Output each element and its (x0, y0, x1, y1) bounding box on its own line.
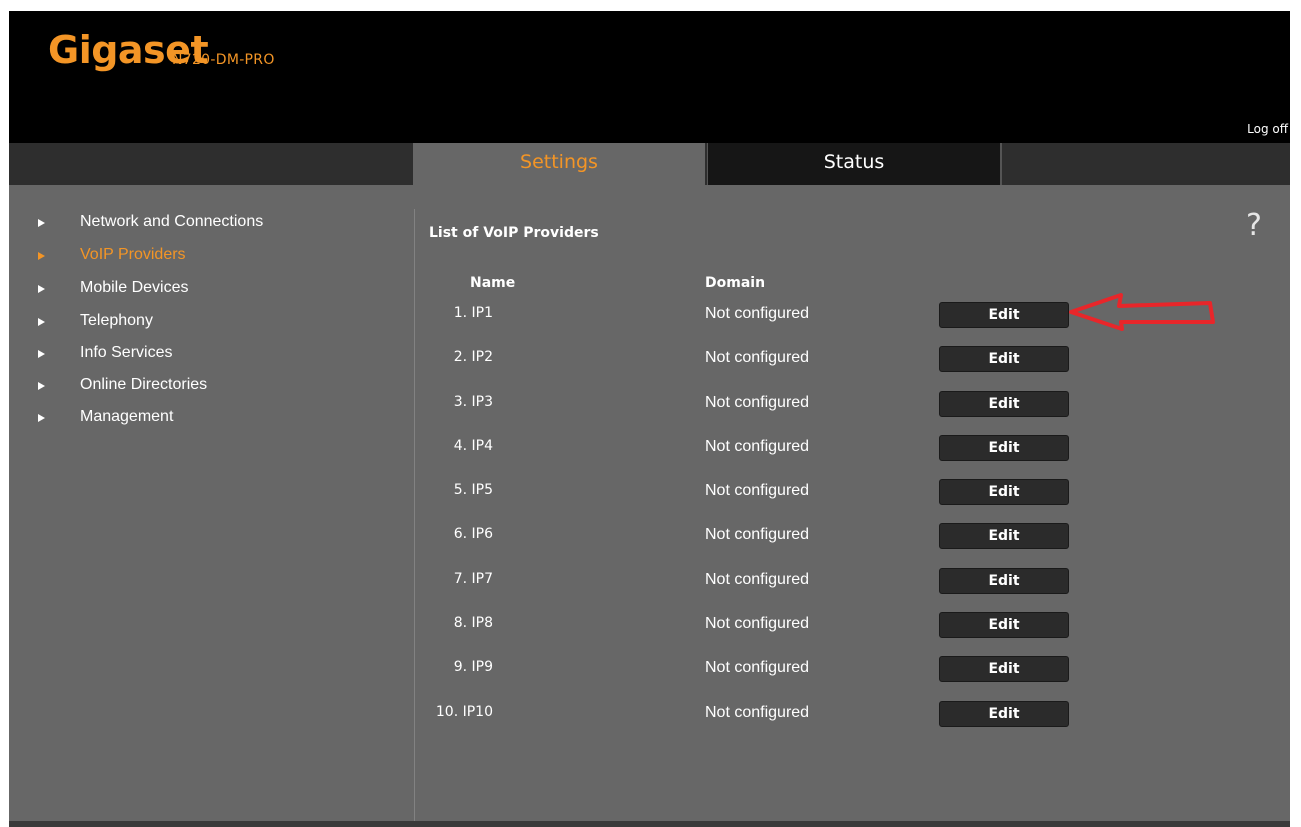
red-arrow-icon (1069, 293, 1215, 331)
triangle-right-icon (38, 285, 45, 293)
provider-name: 1. IP1 (453, 305, 493, 321)
edit-button[interactable]: Edit (939, 435, 1069, 461)
provider-name: 5. IP5 (453, 482, 493, 498)
provider-name: 7. IP7 (453, 571, 493, 587)
provider-name: 8. IP8 (453, 615, 493, 631)
provider-name: 9. IP9 (453, 659, 493, 675)
edit-button[interactable]: Edit (939, 656, 1069, 682)
provider-domain: Not configured (705, 704, 810, 721)
edit-button[interactable]: Edit (939, 479, 1069, 505)
triangle-right-icon (38, 252, 45, 260)
sidebar-item-mobile-devices[interactable]: Mobile Devices (9, 277, 389, 301)
edit-button[interactable]: Edit (939, 523, 1069, 549)
table-row: 6. IP6 Not configured Edit (9, 520, 1290, 550)
sidebar-item-label: VoIP Providers (80, 246, 186, 263)
edit-button[interactable]: Edit (939, 568, 1069, 594)
provider-name: 4. IP4 (453, 438, 493, 454)
provider-domain: Not configured (705, 305, 810, 322)
model-name: N720-DM-PRO (172, 52, 275, 68)
triangle-right-icon (38, 219, 45, 227)
column-header-domain: Domain (705, 275, 766, 291)
provider-domain: Not configured (705, 394, 810, 411)
table-row: 9. IP9 Not configured Edit (9, 653, 1290, 683)
sidebar-item-network-and-connections[interactable]: Network and Connections (9, 211, 389, 235)
tab-bar: Settings Status (9, 143, 1290, 185)
edit-button[interactable]: Edit (939, 346, 1069, 372)
column-header-name: Name (470, 275, 516, 291)
edit-button[interactable]: Edit (939, 391, 1069, 417)
provider-domain: Not configured (705, 615, 810, 632)
edit-button[interactable]: Edit (939, 302, 1069, 328)
provider-domain: Not configured (705, 349, 810, 366)
table-row: 8. IP8 Not configured Edit (9, 609, 1290, 639)
footer-bar (9, 821, 1290, 827)
provider-name: 2. IP2 (453, 349, 493, 365)
table-row: 4. IP4 Not configured Edit (9, 432, 1290, 462)
provider-domain: Not configured (705, 526, 810, 543)
log-off-link[interactable]: Log off (1247, 122, 1288, 136)
provider-domain: Not configured (705, 571, 810, 588)
tab-status[interactable]: Status (707, 143, 1002, 185)
sidebar-item-label: Network and Connections (80, 213, 264, 230)
table-row: 7. IP7 Not configured Edit (9, 565, 1290, 595)
table-row: 10. IP10 Not configured Edit (9, 698, 1290, 728)
content-area: Network and Connections VoIP Providers M… (9, 185, 1290, 821)
table-row: 2. IP2 Not configured Edit (9, 343, 1290, 373)
provider-name: 10. IP10 (435, 704, 493, 720)
table-row: 5. IP5 Not configured Edit (9, 476, 1290, 506)
table-row: 3. IP3 Not configured Edit (9, 388, 1290, 418)
provider-domain: Not configured (705, 659, 810, 676)
tab-settings[interactable]: Settings (413, 143, 705, 185)
page-title: List of VoIP Providers (429, 225, 599, 241)
edit-button[interactable]: Edit (939, 701, 1069, 727)
edit-button[interactable]: Edit (939, 612, 1069, 638)
help-icon[interactable]: ? (1246, 211, 1262, 241)
provider-name: 3. IP3 (453, 394, 493, 410)
provider-domain: Not configured (705, 438, 810, 455)
provider-domain: Not configured (705, 482, 810, 499)
sidebar-item-label: Mobile Devices (80, 279, 189, 296)
provider-name: 6. IP6 (453, 526, 493, 542)
app-window: Gigaset N720-DM-PRO Log off Settings Sta… (9, 11, 1290, 827)
sidebar-item-voip-providers[interactable]: VoIP Providers (9, 244, 389, 268)
